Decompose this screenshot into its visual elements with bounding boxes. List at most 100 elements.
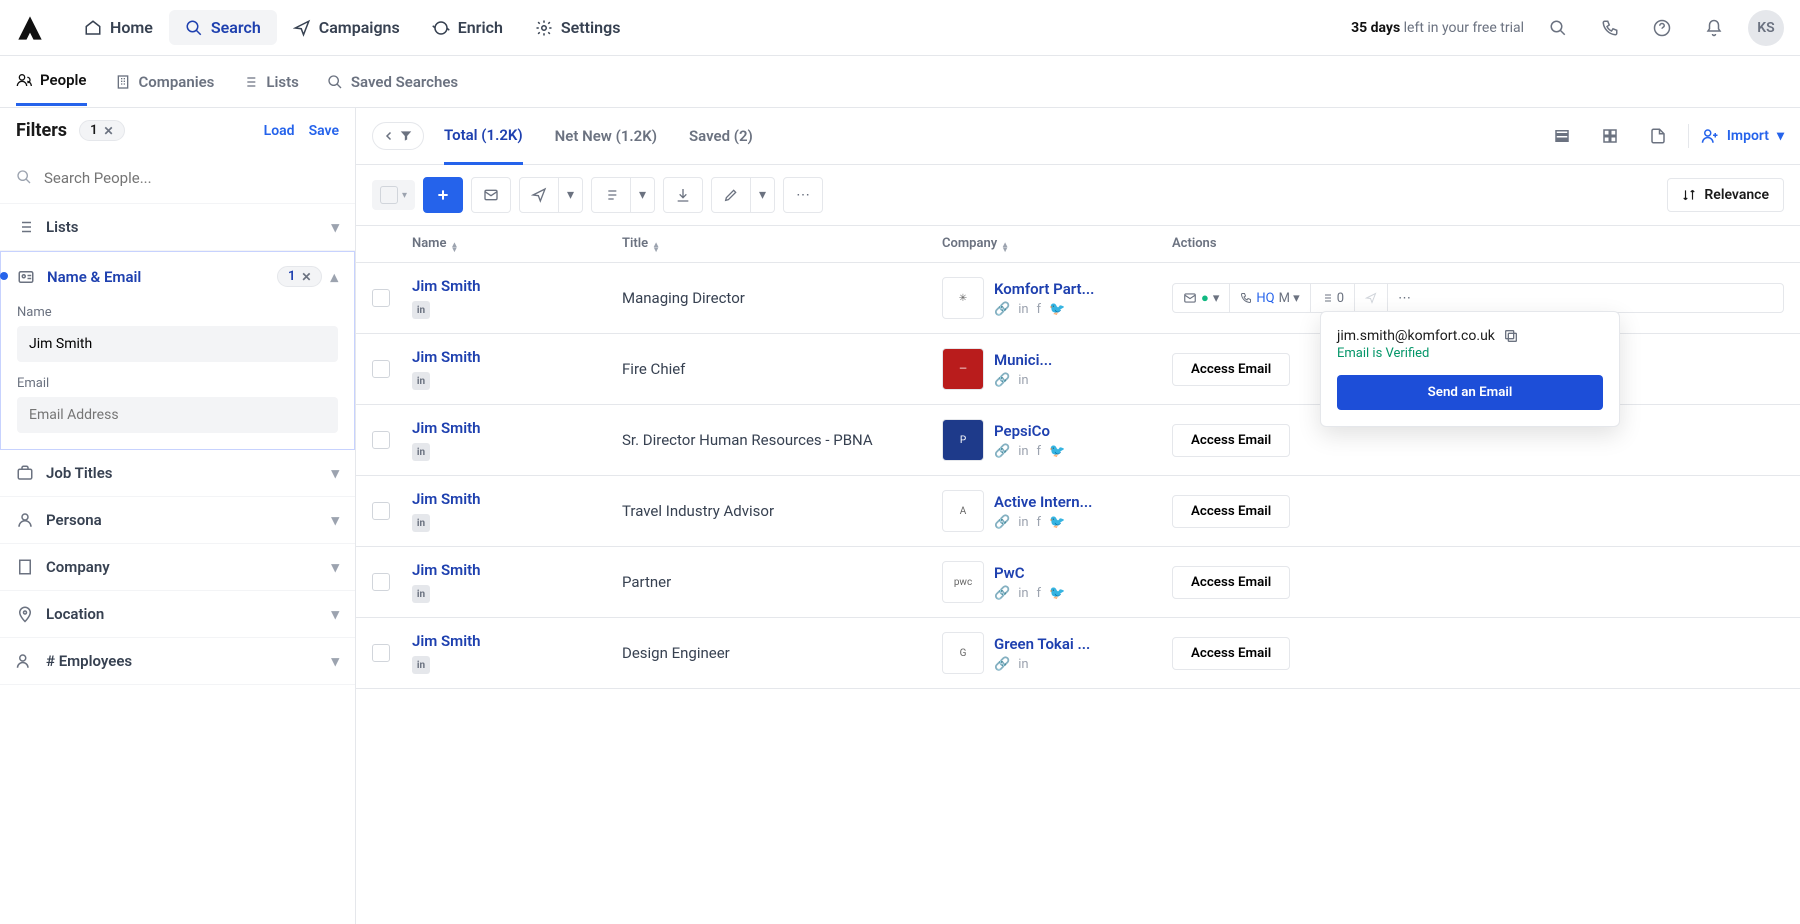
- sort-arrows-icon[interactable]: ▲▼: [1001, 242, 1009, 252]
- edit-button[interactable]: [711, 177, 751, 213]
- phone-hq[interactable]: HQ M ▾: [1230, 284, 1310, 312]
- view-list-button[interactable]: [1544, 118, 1580, 154]
- in-icon[interactable]: in: [1018, 657, 1028, 672]
- linkedin-icon[interactable]: in: [412, 514, 430, 532]
- nav-settings[interactable]: Settings: [519, 10, 637, 45]
- filter-persona[interactable]: Persona▾: [0, 497, 355, 543]
- save-filters-button[interactable]: Save: [309, 123, 339, 139]
- sort-arrows-icon[interactable]: ▲▼: [652, 242, 660, 252]
- company-link[interactable]: Active Intern...: [994, 493, 1092, 511]
- access-email-button[interactable]: Access Email: [1172, 353, 1290, 386]
- row-checkbox[interactable]: [372, 644, 390, 662]
- download-button[interactable]: [663, 177, 703, 213]
- subnav-saved-searches[interactable]: Saved Searches: [327, 59, 458, 105]
- avatar[interactable]: KS: [1748, 10, 1784, 46]
- linkedin-icon[interactable]: in: [412, 301, 430, 319]
- fb-icon[interactable]: f: [1037, 586, 1042, 601]
- search-people-input[interactable]: [16, 161, 339, 195]
- access-email-button[interactable]: Access Email: [1172, 637, 1290, 670]
- select-all-dropdown[interactable]: ▾: [372, 180, 415, 210]
- access-email-button[interactable]: Access Email: [1172, 424, 1290, 457]
- clear-name-email-x[interactable]: ✕: [301, 270, 311, 284]
- sequence-button[interactable]: [519, 177, 559, 213]
- in-icon[interactable]: in: [1018, 444, 1028, 459]
- tab-net-new[interactable]: Net New (1.2K): [555, 119, 657, 153]
- person-name-link[interactable]: Jim Smith: [412, 561, 622, 579]
- row-checkbox[interactable]: [372, 289, 390, 307]
- link-icon[interactable]: 🔗: [994, 515, 1010, 530]
- email-button[interactable]: [471, 177, 511, 213]
- in-icon[interactable]: in: [1018, 302, 1028, 317]
- import-button[interactable]: Import ▾: [1701, 127, 1784, 145]
- nav-campaigns[interactable]: Campaigns: [277, 10, 416, 45]
- clear-filters-x[interactable]: ✕: [104, 124, 114, 138]
- fb-icon[interactable]: f: [1037, 444, 1042, 459]
- in-icon[interactable]: in: [1018, 373, 1028, 388]
- load-filters-button[interactable]: Load: [264, 123, 295, 139]
- link-icon[interactable]: 🔗: [994, 444, 1010, 459]
- person-name-link[interactable]: Jim Smith: [412, 348, 622, 366]
- subnav-companies[interactable]: Companies: [115, 59, 215, 105]
- tw-icon[interactable]: 🐦: [1049, 302, 1065, 317]
- row-checkbox[interactable]: [372, 573, 390, 591]
- subnav-people[interactable]: People: [16, 57, 87, 106]
- tw-icon[interactable]: 🐦: [1049, 444, 1065, 459]
- notifications-button[interactable]: [1696, 10, 1732, 46]
- company-link[interactable]: PwC: [994, 564, 1065, 582]
- row-checkbox[interactable]: [372, 431, 390, 449]
- linkedin-icon[interactable]: in: [412, 443, 430, 461]
- name-email-badge[interactable]: 1✕: [277, 266, 323, 287]
- add-to-list-button[interactable]: [591, 177, 631, 213]
- linkedin-icon[interactable]: in: [412, 372, 430, 390]
- tw-icon[interactable]: 🐦: [1049, 586, 1065, 601]
- copy-icon[interactable]: [1503, 328, 1519, 344]
- list-count[interactable]: 0: [1311, 284, 1355, 312]
- filter-job-titles[interactable]: Job Titles▾: [0, 450, 355, 496]
- company-link[interactable]: Komfort Part...: [994, 280, 1094, 298]
- column-title[interactable]: Title▲▼: [622, 236, 942, 252]
- linkedin-icon[interactable]: in: [412, 585, 430, 603]
- collapse-filters-button[interactable]: [372, 122, 424, 150]
- email-input[interactable]: [17, 397, 338, 433]
- view-grid-button[interactable]: [1592, 118, 1628, 154]
- column-name[interactable]: Name▲▼: [412, 236, 622, 252]
- linkedin-icon[interactable]: in: [412, 656, 430, 674]
- column-company[interactable]: Company▲▼: [942, 236, 1172, 252]
- person-name-link[interactable]: Jim Smith: [412, 490, 622, 508]
- in-icon[interactable]: in: [1018, 515, 1028, 530]
- row-more[interactable]: ⋯: [1388, 284, 1421, 312]
- fb-icon[interactable]: f: [1037, 302, 1042, 317]
- person-name-link[interactable]: Jim Smith: [412, 632, 622, 650]
- person-name-link[interactable]: Jim Smith: [412, 419, 622, 437]
- add-to-list-dropdown[interactable]: ▾: [631, 177, 655, 213]
- filter-company[interactable]: Company▾: [0, 544, 355, 590]
- add-button[interactable]: [423, 177, 463, 213]
- filter-name-email[interactable]: Name & Email 1✕ ▴: [1, 252, 354, 301]
- email-verified-badge[interactable]: ● ▾: [1173, 284, 1230, 312]
- send-email-button[interactable]: Send an Email: [1337, 375, 1603, 410]
- nav-enrich[interactable]: Enrich: [416, 10, 519, 45]
- access-email-button[interactable]: Access Email: [1172, 495, 1290, 528]
- tab-saved[interactable]: Saved (2): [689, 119, 753, 153]
- filter-lists[interactable]: Lists ▾: [0, 204, 355, 250]
- link-icon[interactable]: 🔗: [994, 373, 1010, 388]
- filters-count-badge[interactable]: 1✕: [79, 120, 125, 141]
- in-icon[interactable]: in: [1018, 586, 1028, 601]
- nav-search[interactable]: Search: [169, 10, 277, 45]
- name-input[interactable]: [17, 326, 338, 362]
- row-checkbox[interactable]: [372, 360, 390, 378]
- row-send[interactable]: [1355, 284, 1388, 312]
- edit-dropdown[interactable]: ▾: [751, 177, 775, 213]
- global-search-button[interactable]: [1540, 10, 1576, 46]
- filter-employees[interactable]: # Employees▾: [0, 638, 355, 684]
- sort-button[interactable]: Relevance: [1667, 178, 1784, 212]
- link-icon[interactable]: 🔗: [994, 657, 1010, 672]
- company-link[interactable]: Munici...: [994, 351, 1052, 369]
- help-button[interactable]: [1644, 10, 1680, 46]
- filter-location[interactable]: Location▾: [0, 591, 355, 637]
- subnav-lists[interactable]: Lists: [242, 59, 298, 105]
- access-email-button[interactable]: Access Email: [1172, 566, 1290, 599]
- export-button[interactable]: [1640, 118, 1676, 154]
- row-checkbox[interactable]: [372, 502, 390, 520]
- company-link[interactable]: Green Tokai ...: [994, 635, 1090, 653]
